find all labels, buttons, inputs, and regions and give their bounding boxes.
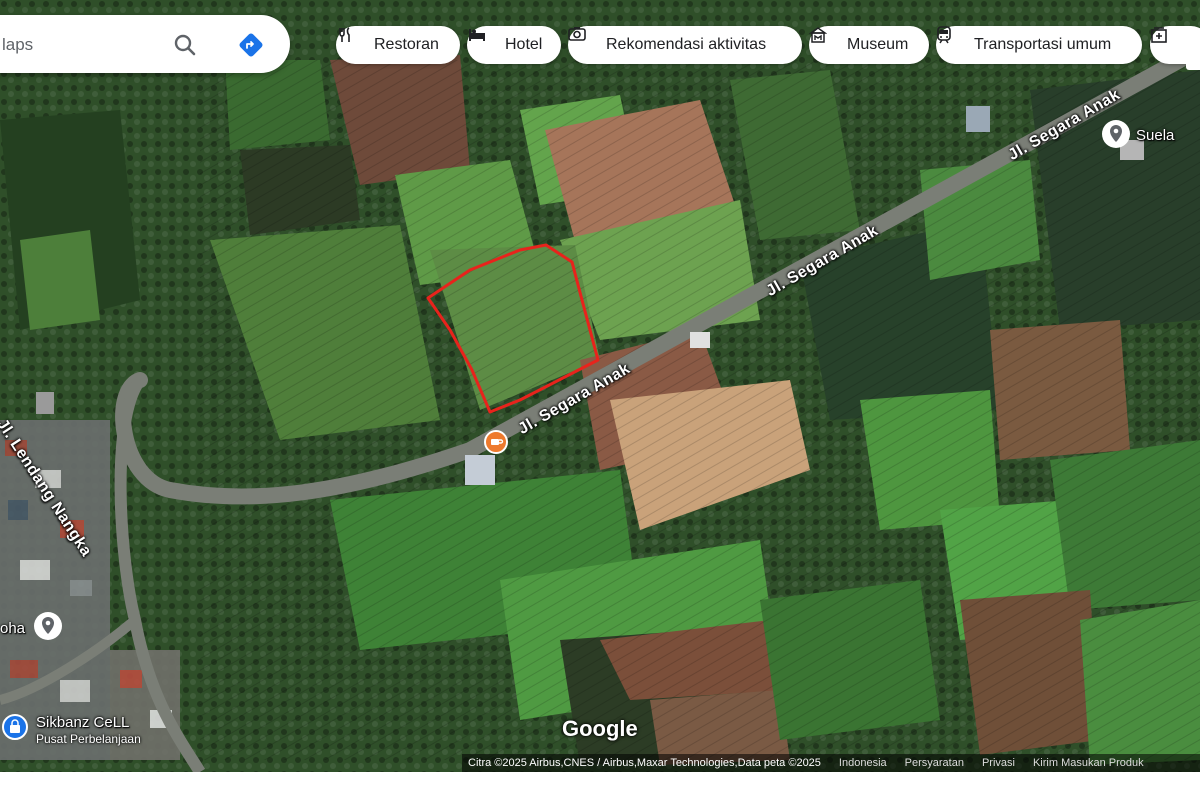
museum-icon <box>809 27 841 55</box>
train-icon <box>937 26 968 55</box>
bed-icon <box>469 29 499 55</box>
field <box>20 230 100 330</box>
cafe-marker[interactable] <box>484 430 508 454</box>
attribution-bar: Citra ©2025 Airbus,CNES / Airbus,Maxar T… <box>462 754 1200 772</box>
search-button[interactable] <box>170 30 200 60</box>
shopping-marker[interactable] <box>2 714 28 740</box>
search-box <box>0 15 290 73</box>
place-marker-suela[interactable] <box>1102 120 1130 148</box>
satellite-map[interactable]: Jl. Segara Anak Jl. Segara Anak Jl. Sega… <box>0 0 1200 772</box>
chip-transportasi-umum[interactable]: Transportasi umum <box>936 26 1142 64</box>
place-sublabel-sikbanz: Pusat Perbelanjaan <box>36 732 141 746</box>
search-icon <box>174 34 196 56</box>
location-pin-icon <box>42 617 54 634</box>
location-pin-icon <box>1110 125 1122 142</box>
chip-scroll-edge <box>1186 30 1200 70</box>
fork-knife-icon <box>339 27 368 55</box>
chip-restoran[interactable]: Restoran <box>336 26 460 64</box>
bottom-strip <box>0 772 1200 800</box>
privacy-link[interactable]: Privasi <box>982 757 1015 769</box>
directions-icon <box>239 33 263 57</box>
feedback-link[interactable]: Kirim Masukan Produk <box>1033 757 1144 769</box>
camera-icon <box>568 27 600 55</box>
pharmacy-icon <box>1151 27 1182 55</box>
chip-label: Transportasi umum <box>974 36 1112 53</box>
shopping-bag-icon <box>10 719 20 733</box>
country-link[interactable]: Indonesia <box>839 757 887 769</box>
place-label-suela: Suela <box>1136 127 1175 144</box>
chip-label: Hotel <box>505 36 543 53</box>
terms-link[interactable]: Persyaratan <box>905 757 964 769</box>
directions-button[interactable] <box>236 30 266 60</box>
chip-museum[interactable]: Museum <box>809 26 929 64</box>
imagery-credit: Citra ©2025 Airbus,CNES / Airbus,Maxar T… <box>468 757 821 769</box>
place-label-sikbanz: Sikbanz CeLL <box>36 714 130 731</box>
chip-rekomendasi-aktivitas[interactable]: Rekomendasi aktivitas <box>568 26 802 64</box>
coffee-cup-icon <box>491 439 504 445</box>
google-logo: Google <box>562 716 638 741</box>
place-marker-doha[interactable] <box>34 612 62 640</box>
chip-hotel[interactable]: Hotel <box>467 26 561 64</box>
chip-label: Rekomendasi aktivitas <box>606 36 767 53</box>
place-label-doha: oha <box>0 620 26 637</box>
chip-label: Restoran <box>374 36 439 53</box>
search-input[interactable] <box>0 34 164 56</box>
chip-label: Museum <box>847 36 909 53</box>
